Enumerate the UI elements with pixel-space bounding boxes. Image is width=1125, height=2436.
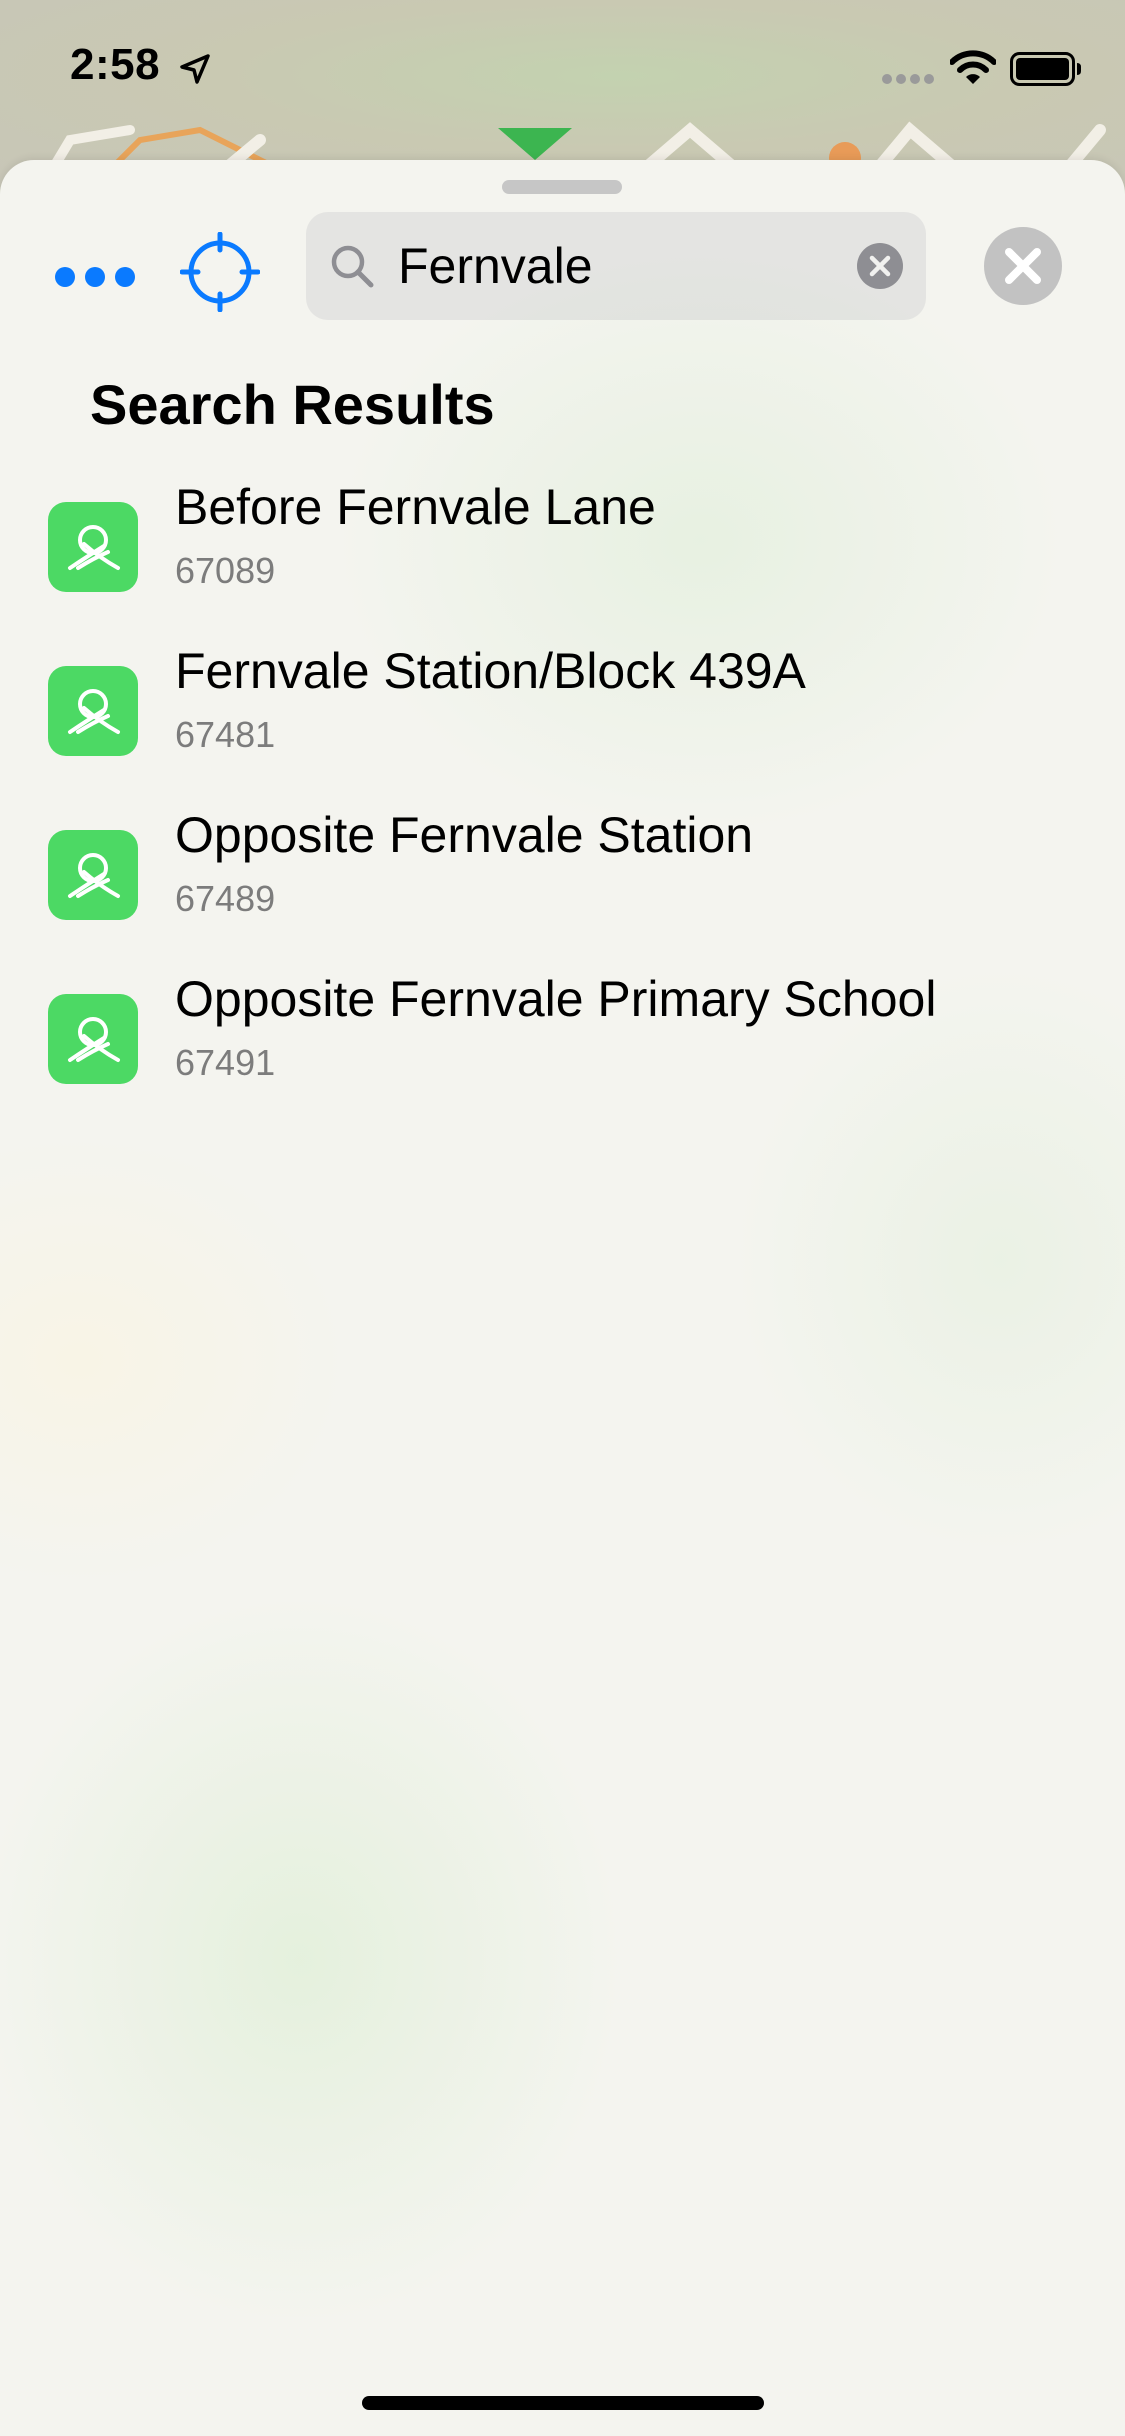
- sheet-grabber[interactable]: [502, 180, 622, 194]
- app-screen: 2:58 Fernvale Search Results Before Fern…: [0, 0, 1125, 2436]
- result-code: 67489: [175, 878, 276, 919]
- close-circle-icon: [984, 227, 1062, 305]
- result-item[interactable]: Before Fernvale Lane 67089: [0, 479, 1125, 654]
- bus-stop-icon: [48, 830, 138, 920]
- result-item[interactable]: Fernvale Station/Block 439A 67481: [0, 643, 1125, 818]
- result-name: Before Fernvale Lane: [175, 479, 656, 535]
- search-field[interactable]: [306, 212, 926, 320]
- result-item[interactable]: Opposite Fernvale Primary School 67491: [0, 971, 1125, 1146]
- section-title: Search Results: [90, 373, 495, 436]
- clear-circle-icon: [857, 243, 903, 289]
- result-item[interactable]: Opposite Fernvale Station 67489: [0, 807, 1125, 982]
- result-code: 67089: [175, 550, 276, 591]
- result-code: 67481: [175, 714, 276, 755]
- bus-stop-icon: [48, 502, 138, 592]
- close-button[interactable]: [983, 226, 1063, 306]
- magnifier-icon: [331, 245, 374, 288]
- clear-search-button[interactable]: [856, 242, 904, 290]
- cellular-signal-icon: [882, 74, 934, 84]
- location-arrow-icon: [180, 54, 210, 84]
- locate-button[interactable]: [179, 231, 261, 313]
- crosshair-icon: [179, 231, 261, 313]
- status-time: 2:58: [70, 40, 161, 89]
- result-name: Fernvale Station/Block 439A: [175, 643, 806, 699]
- wifi-icon: [950, 50, 996, 84]
- battery-icon: [1010, 52, 1081, 86]
- result-name: Opposite Fernvale Station: [175, 807, 754, 863]
- bus-stop-icon: [48, 994, 138, 1084]
- more-button[interactable]: [52, 252, 138, 302]
- status-bar: 2:58: [0, 0, 1125, 132]
- home-indicator[interactable]: [362, 2396, 764, 2410]
- map-pin-icon[interactable]: [498, 128, 572, 160]
- search-input[interactable]: [398, 232, 828, 300]
- ellipsis-icon: [55, 267, 135, 287]
- result-code: 67491: [175, 1042, 276, 1083]
- results-list: Before Fernvale Lane 67089 Fernvale Stat…: [0, 479, 1125, 1146]
- search-sheet: Search Results Before Fernvale Lane 6708…: [0, 160, 1125, 2436]
- result-name: Opposite Fernvale Primary School: [175, 971, 937, 1027]
- bus-stop-icon: [48, 666, 138, 756]
